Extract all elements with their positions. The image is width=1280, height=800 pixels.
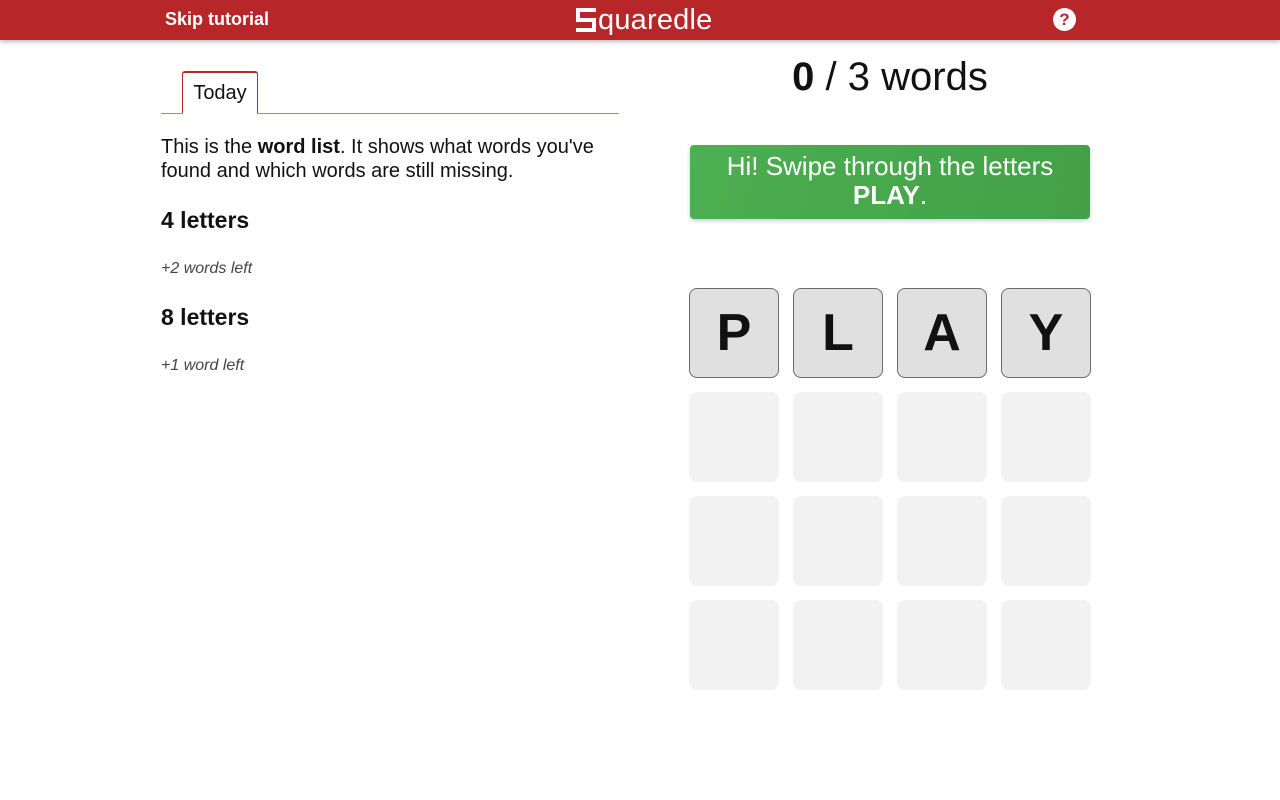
tutorial-message: Hi! Swipe through the letters <box>726 151 1054 181</box>
empty-tile <box>689 392 779 482</box>
section-title-8-letters: 8 letters <box>161 304 250 330</box>
logo[interactable]: quaredle <box>575 3 712 37</box>
empty-tile <box>689 600 779 690</box>
intro-text-bold: word list <box>257 136 340 158</box>
squaredle-s-icon <box>576 8 596 32</box>
top-bar: Skip tutorial quaredle ? <box>0 0 1280 40</box>
empty-tile <box>1001 600 1091 690</box>
word-counter: 0 / 3 words <box>690 55 1090 100</box>
empty-tile <box>897 496 987 586</box>
tab-underline-gap <box>183 113 257 114</box>
question-circle-icon: ? <box>1059 9 1070 29</box>
tab-today[interactable]: Today <box>182 71 258 113</box>
empty-tile <box>1001 496 1091 586</box>
tutorial-suffix: . <box>919 180 928 210</box>
letter-tile[interactable]: P <box>689 288 779 378</box>
empty-tile <box>689 496 779 586</box>
word-list-tabs: Today <box>161 70 619 114</box>
total-words: 3 words <box>847 55 988 99</box>
tutorial-banner: Hi! Swipe through the letters PLAY. <box>690 145 1090 219</box>
empty-tile <box>897 600 987 690</box>
section-remaining-8-letters: +1 word left <box>161 357 245 374</box>
help-button[interactable]: ? <box>1053 8 1076 31</box>
intro-text-start: This is the <box>161 136 258 158</box>
section-title-4-letters: 4 letters <box>161 207 250 233</box>
skip-tutorial-button[interactable]: Skip tutorial <box>165 9 269 30</box>
found-count: 0 <box>792 55 815 99</box>
empty-tile <box>793 600 883 690</box>
counter-separator: / <box>825 55 837 99</box>
empty-tile <box>793 392 883 482</box>
letter-tile[interactable]: A <box>897 288 987 378</box>
empty-tile <box>1001 392 1091 482</box>
logo-text: quaredle <box>598 3 713 36</box>
letter-board: PLAY <box>689 288 1091 690</box>
letter-tile[interactable]: Y <box>1001 288 1091 378</box>
empty-tile <box>897 392 987 482</box>
word-list-intro: This is the word list. It shows what wor… <box>161 135 621 183</box>
letter-tile[interactable]: L <box>793 288 883 378</box>
empty-tile <box>793 496 883 586</box>
section-remaining-4-letters: +2 words left <box>161 260 253 277</box>
tutorial-word: PLAY <box>852 180 920 210</box>
